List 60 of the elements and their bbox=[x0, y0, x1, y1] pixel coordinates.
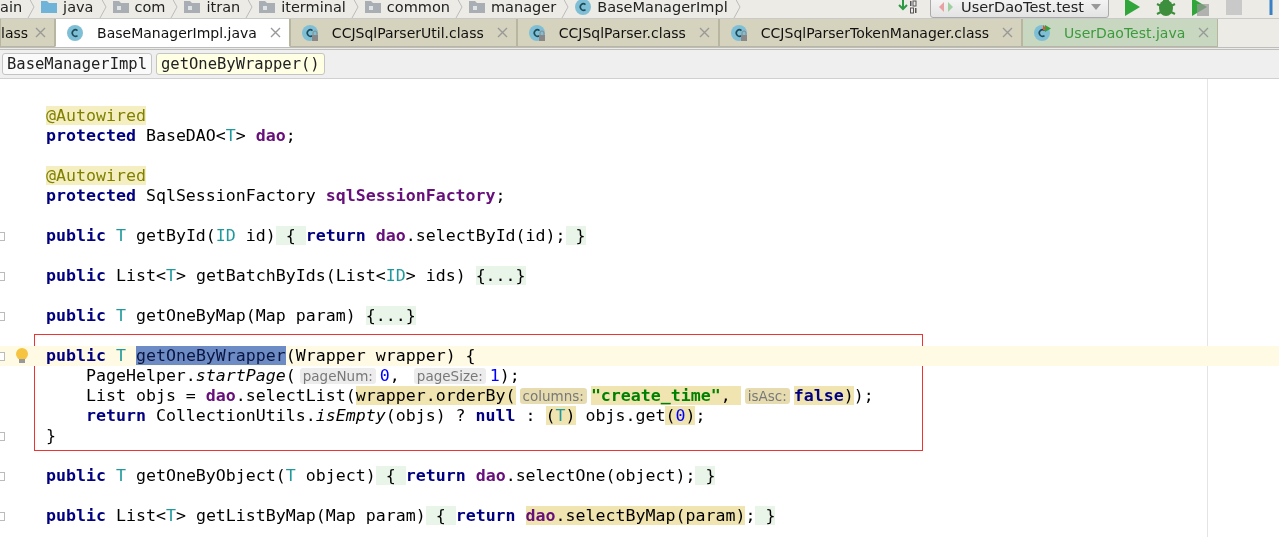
chevron-icon bbox=[454, 0, 464, 18]
chevron-icon bbox=[244, 0, 255, 18]
caret-icon bbox=[1090, 2, 1102, 12]
sort-icon bbox=[898, 0, 918, 15]
editor-tab[interactable]: CCJSqlParserUtil.class bbox=[289, 19, 517, 47]
code-line: public List<T> getBatchByIds(List<ID> ids) {...} bbox=[46, 266, 526, 286]
package-icon bbox=[183, 0, 202, 16]
chevron-icon bbox=[560, 0, 571, 18]
breadcrumb-item[interactable]: manager bbox=[464, 0, 561, 16]
close-icon bbox=[1002, 27, 1014, 38]
chevron-icon bbox=[26, 0, 37, 18]
breadcrumb-item[interactable]: com bbox=[107, 0, 170, 16]
package-icon bbox=[468, 0, 486, 16]
breadcrumb-item[interactable]: itran bbox=[179, 0, 245, 16]
code-line: public T getOneByObject(T object) { return dao.selectOne(object); } bbox=[46, 466, 716, 486]
close-icon bbox=[1198, 27, 1210, 38]
coverage-icon[interactable] bbox=[1189, 0, 1211, 18]
code-line: PageHelper.startPage( pageNum: 0, pageSize: 1); bbox=[84, 366, 520, 386]
chevron-icon bbox=[349, 0, 360, 18]
breadcrumb-item[interactable]: iterminal bbox=[254, 0, 350, 16]
breadcrumb-item[interactable]: common bbox=[359, 0, 454, 16]
package-icon bbox=[258, 0, 277, 16]
chevron-icon bbox=[169, 0, 180, 18]
class-icon bbox=[66, 23, 85, 42]
debug-icon[interactable] bbox=[1155, 0, 1177, 18]
locked-class-icon bbox=[300, 23, 319, 42]
breadcrumb-item[interactable]: ain bbox=[0, 0, 27, 15]
package-icon bbox=[363, 0, 382, 16]
close-icon bbox=[35, 27, 47, 38]
locked-class-icon bbox=[527, 23, 546, 42]
code-line: public T getOneByWrapper(Wrapper wrapper) { bbox=[46, 346, 476, 366]
locked-class-icon bbox=[729, 23, 748, 42]
editor-tab[interactable]: lass bbox=[0, 19, 56, 47]
test-class-icon bbox=[1033, 23, 1052, 42]
code-line: List objs = dao.selectList(wrapper.orderBy( columns: "create_time", isAsc: false)); bbox=[84, 386, 874, 406]
breadcrumb-button[interactable]: getOneByWrapper() bbox=[156, 53, 325, 75]
class-icon bbox=[574, 0, 593, 16]
code-line: public List<T> getListByMap(Map param) { return dao.selectByMap(param); } bbox=[46, 506, 776, 526]
code-line: public T getById(ID id) { return dao.selectById(id); } bbox=[46, 226, 586, 246]
code-line: protected BaseDAO<T> dao; bbox=[46, 126, 296, 146]
code-line: protected SqlSessionFactory sqlSessionFactory; bbox=[46, 186, 506, 206]
close-icon bbox=[698, 27, 710, 38]
editor-tab[interactable]: CCJSqlParserTokenManager.class bbox=[718, 19, 1023, 47]
code-line: return CollectionUtils.isEmpty(objs) ? null : (T) objs.get(0); bbox=[84, 406, 706, 426]
lightbulb-icon[interactable] bbox=[15, 347, 29, 364]
chevron-icon bbox=[97, 0, 108, 18]
breadcrumb-item[interactable]: BaseManagerImpl bbox=[570, 0, 732, 16]
close-icon bbox=[269, 27, 281, 38]
editor-tab[interactable]: BaseManagerImpl.java bbox=[55, 19, 290, 47]
code-line: } bbox=[46, 426, 56, 446]
package-icon bbox=[111, 0, 130, 16]
chevron-icon bbox=[731, 0, 742, 18]
breadcrumb-item[interactable]: java bbox=[36, 0, 98, 16]
test-config-icon bbox=[937, 0, 955, 15]
code-line: public T getOneByMap(Map param) {...} bbox=[46, 306, 416, 326]
run-configuration-dropdown[interactable]: UserDaoTest.test bbox=[930, 0, 1109, 18]
breadcrumb-button[interactable]: BaseManagerImpl bbox=[2, 53, 152, 75]
close-icon bbox=[496, 27, 508, 38]
folder-icon bbox=[40, 0, 59, 16]
editor-tab[interactable]: CCJSqlParser.class bbox=[516, 19, 719, 47]
